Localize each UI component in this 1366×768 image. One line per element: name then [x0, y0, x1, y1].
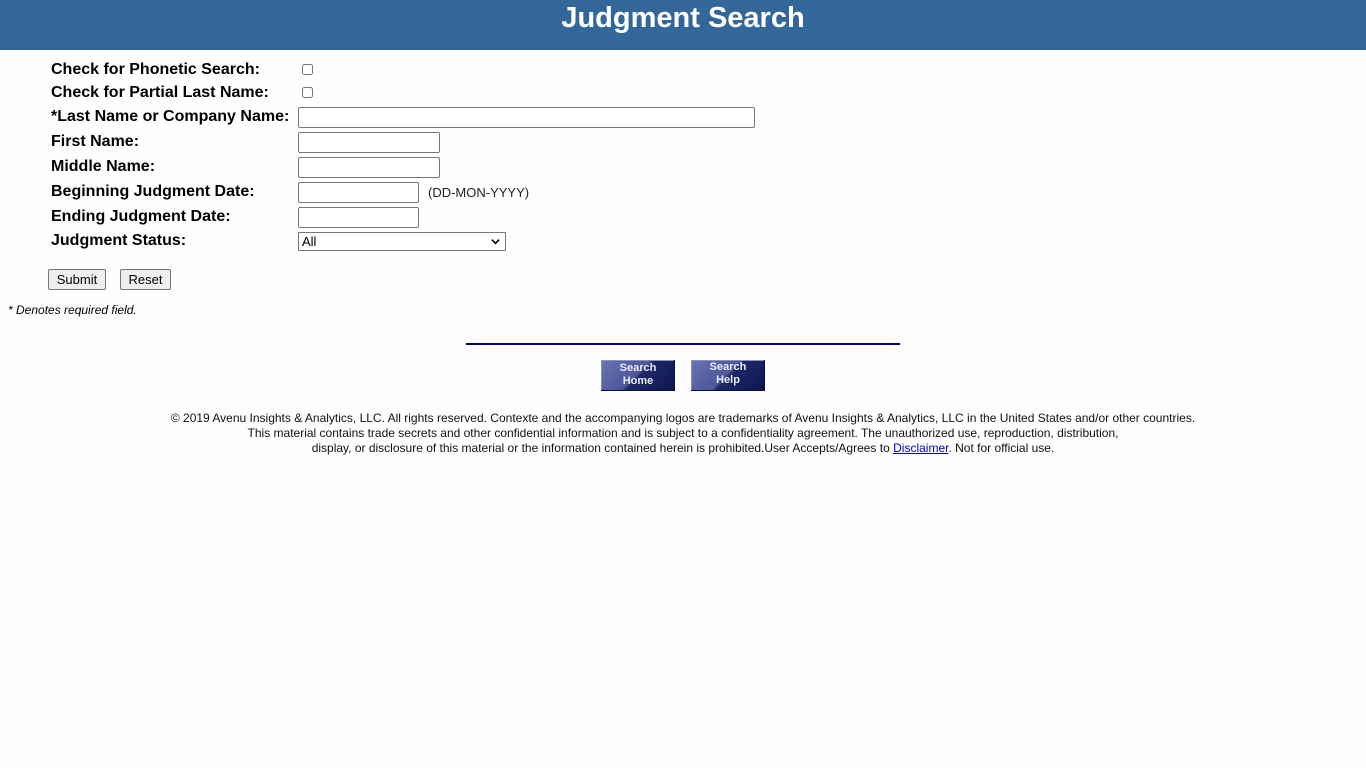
- page-header: Judgment Search: [0, 0, 1366, 50]
- last-name-label: *Last Name or Company Name:: [51, 108, 290, 125]
- date-format-hint: (DD-MON-YYYY): [428, 185, 530, 200]
- disclaimer-line: display, or disclosure of this material …: [0, 441, 1366, 456]
- search-home-line1: Search: [619, 362, 657, 374]
- required-field-note: * Denotes required field.: [8, 303, 137, 317]
- disclaimer-text-post: . Not for official use.: [948, 441, 1055, 455]
- search-home-button[interactable]: Search Home: [601, 360, 675, 391]
- divider: [466, 343, 900, 345]
- partial-last-name-checkbox[interactable]: [302, 87, 313, 98]
- reset-button[interactable]: Reset: [120, 269, 171, 290]
- disclaimer-text-pre: display, or disclosure of this material …: [311, 441, 894, 455]
- chevron-down-icon: [491, 239, 500, 245]
- ending-date-label: Ending Judgment Date:: [51, 208, 231, 225]
- ending-date-input[interactable]: [298, 207, 419, 228]
- disclaimer-link[interactable]: Disclaimer: [893, 441, 948, 455]
- first-name-input[interactable]: [298, 132, 440, 153]
- search-help-line1: Search: [709, 361, 747, 373]
- partial-last-name-label: Check for Partial Last Name:: [51, 84, 269, 101]
- first-name-label: First Name:: [51, 133, 140, 150]
- last-name-input[interactable]: [298, 107, 755, 128]
- search-help-line2: Help: [716, 374, 740, 386]
- beginning-date-label: Beginning Judgment Date:: [51, 183, 255, 200]
- search-home-line2: Home: [622, 375, 654, 387]
- footer: © 2019 Avenu Insights & Analytics, LLC. …: [0, 411, 1366, 456]
- phonetic-search-label: Check for Phonetic Search:: [51, 61, 260, 78]
- judgment-status-label: Judgment Status:: [51, 232, 187, 249]
- submit-button[interactable]: Submit: [48, 269, 106, 290]
- phonetic-search-checkbox[interactable]: [302, 64, 313, 75]
- confidentiality-line: This material contains trade secrets and…: [247, 426, 1119, 440]
- judgment-status-select[interactable]: All: [298, 232, 506, 251]
- judgment-status-value: All: [302, 234, 317, 249]
- page-title: Judgment Search: [561, 2, 805, 34]
- copyright-line: © 2019 Avenu Insights & Analytics, LLC. …: [170, 411, 1196, 425]
- middle-name-input[interactable]: [298, 157, 440, 178]
- middle-name-label: Middle Name:: [51, 158, 156, 175]
- search-help-button[interactable]: Search Help: [691, 360, 765, 391]
- beginning-date-input[interactable]: [298, 182, 419, 203]
